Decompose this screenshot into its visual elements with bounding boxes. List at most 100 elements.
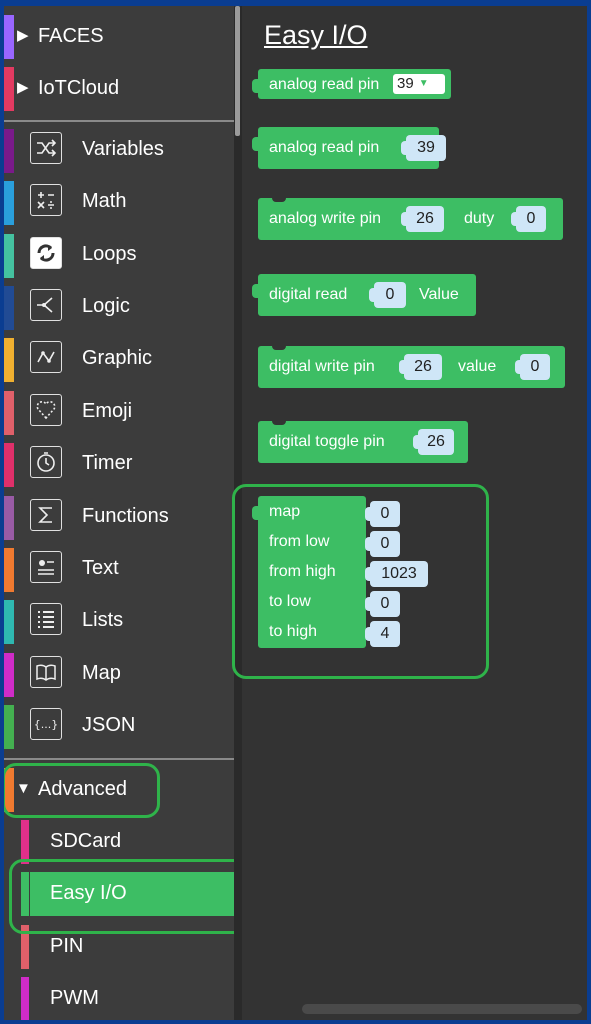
pin-value: 39 bbox=[417, 139, 435, 156]
toolbox-separator bbox=[4, 758, 234, 760]
json-braces-icon: {...} bbox=[30, 708, 62, 740]
category-label: Timer bbox=[82, 452, 133, 474]
text-card-icon bbox=[30, 551, 62, 583]
duty-label: duty bbox=[464, 210, 495, 227]
block-label: digital toggle pin bbox=[269, 433, 385, 450]
category-label: Graphic bbox=[82, 347, 153, 369]
calculator-icon bbox=[30, 184, 62, 216]
toolbox-category-json[interactable]: {...} JSON bbox=[4, 701, 234, 753]
toolbox-category-text[interactable]: Text bbox=[4, 544, 234, 596]
expand-triangle-icon[interactable]: ▶ bbox=[17, 26, 29, 44]
duty-input[interactable]: 0 bbox=[511, 206, 546, 232]
pin-dropdown-value: 39 bbox=[397, 75, 414, 92]
highlight-outline-map-block bbox=[232, 484, 489, 679]
category-color-bar bbox=[4, 548, 14, 592]
toolbox-category-iotcloud[interactable]: ▶ IoTCloud bbox=[4, 63, 234, 115]
category-label: SDCard bbox=[50, 830, 122, 852]
category-label: Text bbox=[82, 557, 119, 579]
block-label: digital write pin bbox=[269, 358, 375, 375]
highlight-outline-easy-io bbox=[9, 859, 255, 934]
pin-input[interactable]: 39 bbox=[401, 135, 446, 161]
flyout-workspace: Easy I/O analog read pin 39 ▼ analog read… bbox=[232, 6, 587, 1020]
category-label: Map bbox=[82, 662, 121, 684]
pin-dropdown[interactable]: 39 ▼ bbox=[393, 74, 445, 94]
category-color-bar bbox=[21, 977, 29, 1020]
workspace-horizontal-scrollbar[interactable] bbox=[302, 1004, 582, 1014]
category-color-bar bbox=[4, 15, 14, 59]
dropdown-arrow-icon: ▼ bbox=[418, 78, 429, 90]
block-label: analog read pin bbox=[269, 76, 380, 93]
toolbox-category-variables[interactable]: Variables bbox=[4, 125, 234, 177]
heart-icon bbox=[30, 394, 62, 426]
block-label: digital read bbox=[269, 286, 348, 303]
block-label: analog write pin bbox=[269, 210, 382, 227]
category-color-bar bbox=[4, 181, 14, 225]
toolbox-scrollbar-thumb[interactable] bbox=[235, 6, 240, 136]
value-label: value bbox=[458, 358, 497, 375]
toolbox-category-loops[interactable]: Loops bbox=[4, 230, 234, 282]
toolbox-category-functions[interactable]: Functions bbox=[4, 492, 234, 544]
toolbox-category-timer[interactable]: Timer bbox=[4, 439, 234, 491]
book-icon bbox=[30, 656, 62, 688]
category-color-bar bbox=[4, 67, 14, 111]
pin-value: 26 bbox=[427, 433, 445, 450]
category-label: Emoji bbox=[82, 400, 133, 422]
block-analog-write-pin[interactable]: analog write pin 26 duty 0 bbox=[258, 198, 563, 240]
category-label: Loops bbox=[82, 243, 137, 265]
toolbox-category-emoji[interactable]: Emoji bbox=[4, 387, 234, 439]
category-color-bar bbox=[4, 496, 14, 540]
block-digital-toggle-pin[interactable]: digital toggle pin 26 bbox=[258, 421, 468, 463]
duty-value: 0 bbox=[526, 210, 536, 227]
toolbox-subcategory-pwm[interactable]: PWM bbox=[4, 973, 234, 1020]
pin-input[interactable]: 26 bbox=[413, 429, 454, 455]
toolbox-separator bbox=[4, 120, 234, 122]
highlight-outline-advanced bbox=[4, 763, 160, 818]
toolbox-category-lists[interactable]: Lists bbox=[4, 596, 234, 648]
svg-text:{...}: {...} bbox=[35, 718, 57, 731]
pin-value: 26 bbox=[416, 210, 434, 227]
block-analog-read-pin[interactable]: analog read pin 39 bbox=[252, 127, 446, 169]
branch-icon bbox=[30, 289, 62, 321]
category-color-bar bbox=[4, 391, 14, 435]
pin-value: 0 bbox=[385, 286, 395, 303]
sigma-icon bbox=[30, 499, 62, 531]
shuffle-icon bbox=[30, 132, 62, 164]
category-label: Lists bbox=[82, 609, 124, 631]
category-label: FACES bbox=[38, 25, 104, 47]
value-label: Value bbox=[419, 286, 459, 303]
category-color-bar bbox=[4, 653, 14, 697]
output-connector bbox=[252, 284, 260, 298]
flyout-title: Easy I/O bbox=[264, 20, 368, 50]
block-digital-read[interactable]: digital read 0 Value bbox=[252, 274, 476, 316]
expand-triangle-icon[interactable]: ▶ bbox=[17, 78, 29, 96]
toolbox-category-faces[interactable]: ▶ FACES bbox=[4, 11, 234, 63]
category-color-bar bbox=[4, 338, 14, 382]
category-label: Logic bbox=[82, 295, 130, 317]
blockly-editor: ▶ FACES ▶ IoTCloud Variables Math Loops … bbox=[4, 6, 587, 1020]
category-label: Functions bbox=[82, 505, 169, 527]
output-connector bbox=[252, 79, 260, 93]
block-analog-read-pin-dropdown[interactable]: analog read pin 39 ▼ bbox=[252, 69, 451, 99]
toolbox-category-logic[interactable]: Logic bbox=[4, 282, 234, 334]
pin-value: 26 bbox=[414, 358, 432, 375]
toolbox-category-math[interactable]: Math bbox=[4, 177, 234, 229]
category-label: IoTCloud bbox=[38, 77, 120, 99]
category-color-bar bbox=[4, 705, 14, 749]
category-color-bar bbox=[4, 129, 14, 173]
category-label: JSON bbox=[82, 714, 136, 736]
pin-input[interactable]: 26 bbox=[401, 206, 444, 232]
toolbox-category-map[interactable]: Map bbox=[4, 649, 234, 701]
value-input[interactable]: 0 bbox=[515, 354, 550, 380]
category-label: Math bbox=[82, 190, 127, 212]
pin-input[interactable]: 0 bbox=[369, 282, 406, 308]
block-digital-write-pin[interactable]: digital write pin 26 value 0 bbox=[258, 346, 565, 388]
output-connector bbox=[252, 137, 260, 151]
loop-icon bbox=[30, 237, 62, 269]
category-label: PIN bbox=[50, 935, 84, 957]
category-color-bar bbox=[21, 820, 29, 864]
pin-input[interactable]: 26 bbox=[399, 354, 442, 380]
category-color-bar bbox=[4, 600, 14, 644]
toolbox-category-graphic[interactable]: Graphic bbox=[4, 334, 234, 386]
category-color-bar bbox=[4, 443, 14, 487]
category-label: PWM bbox=[50, 987, 99, 1009]
